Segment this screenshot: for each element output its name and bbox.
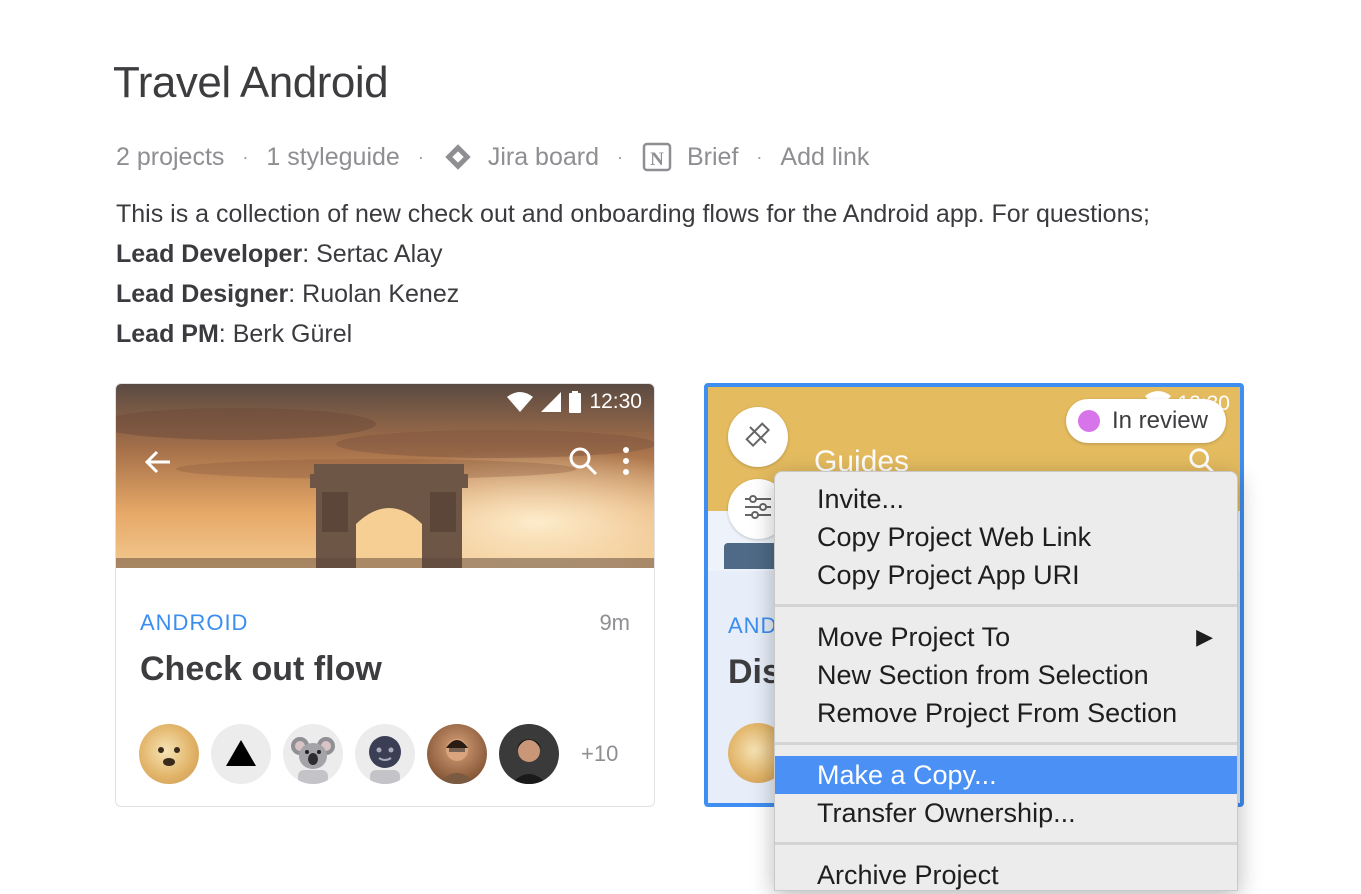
- status-time: 12:30: [589, 390, 642, 413]
- status-bar: 12:30: [507, 390, 642, 414]
- lead-developer-value: : Sertac Alay: [302, 240, 443, 268]
- styleguide-link[interactable]: 1 styleguide: [266, 143, 399, 172]
- styleguide-button[interactable]: [728, 407, 788, 467]
- project-description: This is a collection of new check out an…: [116, 194, 1150, 354]
- menu-item-remove-from-section[interactable]: Remove Project From Section: [775, 694, 1237, 732]
- back-arrow-icon: [144, 448, 172, 476]
- jira-diamond-icon: [442, 141, 474, 173]
- menu-item-make-copy[interactable]: Make a Copy...: [775, 756, 1237, 794]
- brief-link[interactable]: N Brief: [641, 141, 738, 173]
- status-badge-label: In review: [1111, 407, 1208, 434]
- menu-item-archive-project[interactable]: Archive Project: [775, 856, 1237, 894]
- avatar[interactable]: [427, 724, 487, 784]
- context-menu: Invite... Copy Project Web Link Copy Pro…: [774, 471, 1238, 891]
- menu-separator: [775, 604, 1237, 607]
- overflow-menu-icon: [620, 446, 632, 476]
- lead-pm-line: Lead PM: Berk Gürel: [116, 314, 1150, 354]
- lead-developer-label: Lead Developer: [116, 240, 303, 268]
- sliders-icon: [741, 490, 775, 529]
- menu-item-invite[interactable]: Invite...: [775, 480, 1237, 518]
- app-toolbar: [116, 444, 654, 484]
- lead-designer-value: : Ruolan Kenez: [288, 280, 460, 308]
- menu-item-copy-web-link[interactable]: Copy Project Web Link: [775, 518, 1237, 556]
- avatar[interactable]: [283, 724, 343, 784]
- separator-dot: ·: [756, 146, 763, 167]
- menu-item-move-project[interactable]: Move Project To ▶: [775, 618, 1237, 656]
- menu-item-copy-app-uri[interactable]: Copy Project App URI: [775, 556, 1237, 594]
- lead-pm-value: : Berk Gürel: [218, 320, 353, 348]
- menu-separator: [775, 742, 1237, 745]
- notion-icon: N: [641, 141, 673, 173]
- svg-text:N: N: [650, 149, 664, 170]
- brief-label: Brief: [687, 142, 739, 171]
- lead-pm-label: Lead PM: [116, 320, 219, 348]
- submenu-arrow-icon: ▶: [1196, 624, 1213, 649]
- review-status-dot: [1077, 410, 1100, 432]
- moon-face-icon: [355, 736, 415, 784]
- menu-separator: [775, 842, 1237, 845]
- search-icon: [568, 446, 598, 476]
- platform-tag: AND: [728, 613, 778, 638]
- project-card-check-out-flow[interactable]: 12:30 ANDROID 9m Check out flow +10: [115, 383, 655, 807]
- project-meta-bar: 2 projects · 1 styleguide · Jira board ·…: [116, 141, 869, 173]
- card-thumbnail: 12:30: [116, 384, 654, 568]
- description-intro: This is a collection of new check out an…: [116, 200, 1150, 228]
- page-title: Travel Android: [113, 58, 389, 107]
- avatar[interactable]: [355, 724, 415, 784]
- signal-icon: [541, 392, 562, 412]
- koala-icon: [283, 737, 343, 784]
- ruler-pencil-icon: [741, 418, 775, 457]
- last-edited-time: 9m: [599, 610, 630, 635]
- separator-dot: ·: [417, 146, 424, 167]
- card-title: Dis: [728, 653, 781, 691]
- styleguide-count: 1 styleguide: [266, 142, 400, 171]
- card-title: Check out flow: [140, 650, 382, 688]
- add-link-label: Add link: [780, 142, 870, 171]
- doge-icon: [139, 747, 199, 784]
- menu-item-new-section[interactable]: New Section from Selection: [775, 656, 1237, 694]
- menu-item-move-project-label: Move Project To: [817, 622, 1011, 652]
- wifi-icon: [507, 392, 534, 412]
- platform-tag: ANDROID: [140, 610, 249, 635]
- battery-icon: [569, 391, 582, 413]
- avatar[interactable]: [139, 724, 199, 784]
- add-link-button[interactable]: Add link: [780, 143, 869, 172]
- menu-item-transfer-ownership[interactable]: Transfer Ownership...: [775, 794, 1237, 832]
- person-photo-icon: [499, 739, 559, 784]
- status-badge[interactable]: In review: [1065, 399, 1226, 443]
- more-collaborators-count[interactable]: +10: [581, 741, 618, 767]
- triangle-icon: [211, 740, 271, 784]
- lead-designer-line: Lead Designer: Ruolan Kenez: [116, 274, 1150, 314]
- lead-developer-line: Lead Developer: Sertac Alay: [116, 234, 1150, 274]
- jira-board-link[interactable]: Jira board: [442, 141, 599, 173]
- projects-link[interactable]: 2 projects: [116, 143, 224, 172]
- avatar[interactable]: [211, 724, 271, 784]
- jira-board-label: Jira board: [487, 142, 599, 171]
- lead-designer-label: Lead Designer: [116, 280, 289, 308]
- avatar[interactable]: [499, 724, 559, 784]
- collaborator-avatars: +10: [139, 724, 618, 784]
- person-photo-icon: [427, 739, 487, 784]
- separator-dot: ·: [617, 146, 623, 167]
- projects-count: 2 projects: [116, 142, 225, 171]
- separator-dot: ·: [242, 146, 249, 167]
